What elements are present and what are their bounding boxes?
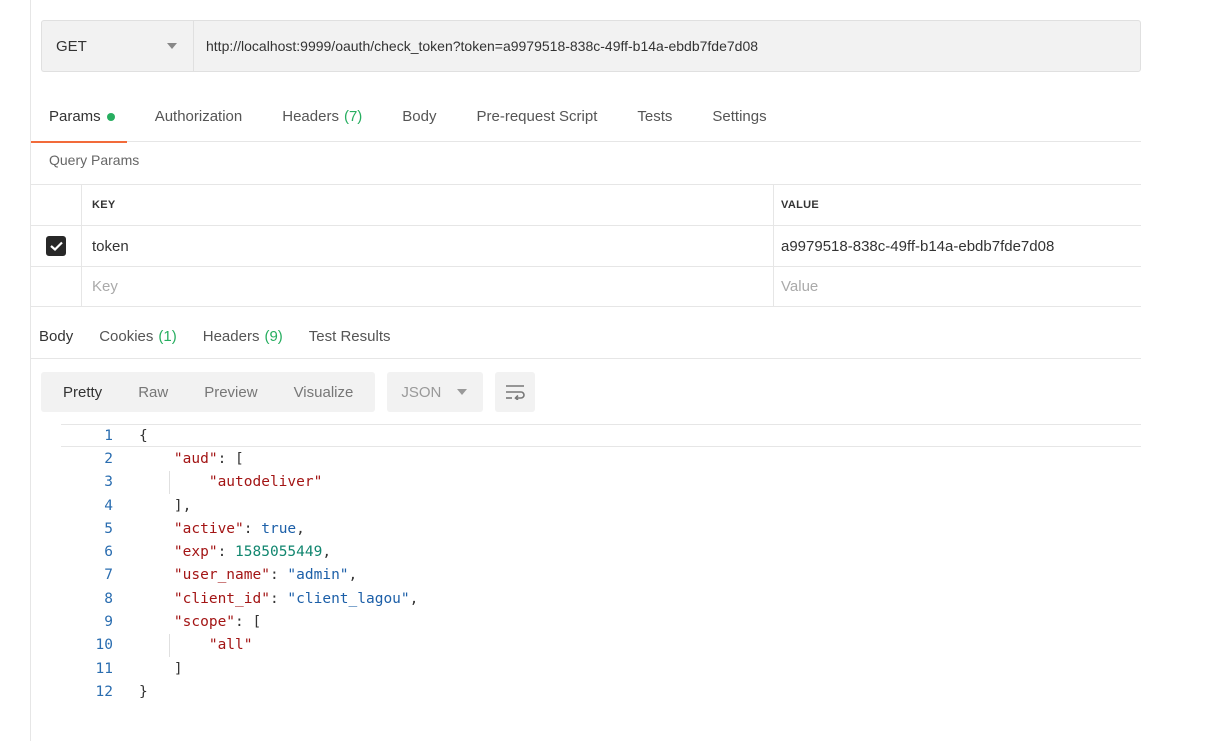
line-number: 1 [104,427,113,444]
response-tab-body[interactable]: Body [39,328,73,345]
line-number: 12 [95,683,113,700]
param-key-field[interactable]: token [82,226,774,266]
query-params-table: KEY VALUE token a9979518-838c-49ff-b14a-… [31,184,1141,307]
line-number: 10 [95,637,113,654]
code-line: 11 ] [61,657,1141,680]
line-number: 8 [104,590,113,607]
tab-settings[interactable]: Settings [712,92,766,142]
postman-request-panel: GET http://localhost:9999/oauth/check_to… [30,0,1141,741]
code-line: 3 "autodeliver" [61,470,1141,494]
code-line: 5 "active": true, [61,517,1141,540]
method-label: GET [56,37,87,55]
code-line: 12 } [61,680,1141,703]
line-number: 3 [104,474,113,491]
cookies-count: (1) [158,327,177,345]
line-number: 5 [104,520,113,537]
response-tabs: Body Cookies (1) Headers (9) Test Results [31,314,1141,359]
response-tab-headers[interactable]: Headers (9) [203,328,283,345]
key-column-header: KEY [82,185,774,225]
tab-body[interactable]: Body [402,92,436,142]
code-line: 1 { [61,424,1141,448]
params-active-dot-icon [106,112,115,121]
new-value-input[interactable]: Value [774,267,1141,306]
response-headers-count: (9) [264,327,283,345]
indent-guide [169,633,170,657]
line-number: 4 [104,497,113,514]
headers-count: (7) [343,108,363,125]
response-body-toolbar: Pretty Raw Preview Visualize JSON [41,372,536,412]
request-tabs: Params Authorization Headers (7) Body Pr… [31,92,1141,143]
response-tab-test-results[interactable]: Test Results [309,328,391,345]
visualize-button[interactable]: Visualize [276,384,372,401]
url-text: http://localhost:9999/oauth/check_token?… [206,38,759,54]
table-row-empty: Key Value [31,266,1141,307]
new-key-input[interactable]: Key [82,267,774,306]
code-line: 10 "all" [61,633,1141,657]
param-enabled-checkbox[interactable] [46,236,66,256]
code-line: 2 "aud": [ [61,447,1141,470]
wrap-lines-button[interactable] [495,372,536,412]
chevron-down-icon [167,43,177,49]
method-select[interactable]: GET [41,20,193,72]
checkmark-icon [49,241,63,251]
code-line: 7 "user_name": "admin", [61,564,1141,587]
line-number: 2 [104,450,113,467]
code-line: 6 "exp": 1585055449, [61,540,1141,563]
preview-button[interactable]: Preview [186,384,275,401]
param-value-field[interactable]: a9979518-838c-49ff-b14a-ebdb7fde7d08 [774,226,1141,266]
tab-headers[interactable]: Headers (7) [282,92,362,142]
view-mode-group: Pretty Raw Preview Visualize [41,372,376,412]
raw-button[interactable]: Raw [120,384,186,401]
line-number: 6 [104,544,113,561]
line-number: 11 [95,660,113,677]
format-select-label: JSON [401,383,442,401]
indent-guide [169,470,170,494]
value-column-header: VALUE [781,199,819,211]
url-bar: GET http://localhost:9999/oauth/check_to… [41,20,1141,72]
code-line: 9 "scope": [ [61,610,1141,633]
wrap-lines-icon [506,385,526,400]
tab-pre-request-script[interactable]: Pre-request Script [477,92,598,142]
format-select[interactable]: JSON [387,372,484,412]
query-params-title: Query Params [49,152,140,168]
chevron-down-icon [457,389,468,395]
response-body-code[interactable]: 1 { 2 "aud": [ 3 "autodeliver" 4 ], 5 "a… [61,424,1141,704]
response-tab-cookies[interactable]: Cookies (1) [99,328,177,345]
line-number: 7 [104,567,113,584]
tab-params[interactable]: Params [31,92,127,143]
code-line: 4 ], [61,494,1141,517]
pretty-button[interactable]: Pretty [45,384,120,401]
table-header-row: KEY VALUE [31,184,1141,225]
url-input[interactable]: http://localhost:9999/oauth/check_token?… [193,20,1141,72]
tab-tests[interactable]: Tests [637,92,672,142]
line-number: 9 [104,614,113,631]
code-line: 8 "client_id": "client_lagou", [61,587,1141,610]
tab-authorization[interactable]: Authorization [155,92,243,142]
table-row: token a9979518-838c-49ff-b14a-ebdb7fde7d… [31,225,1141,266]
